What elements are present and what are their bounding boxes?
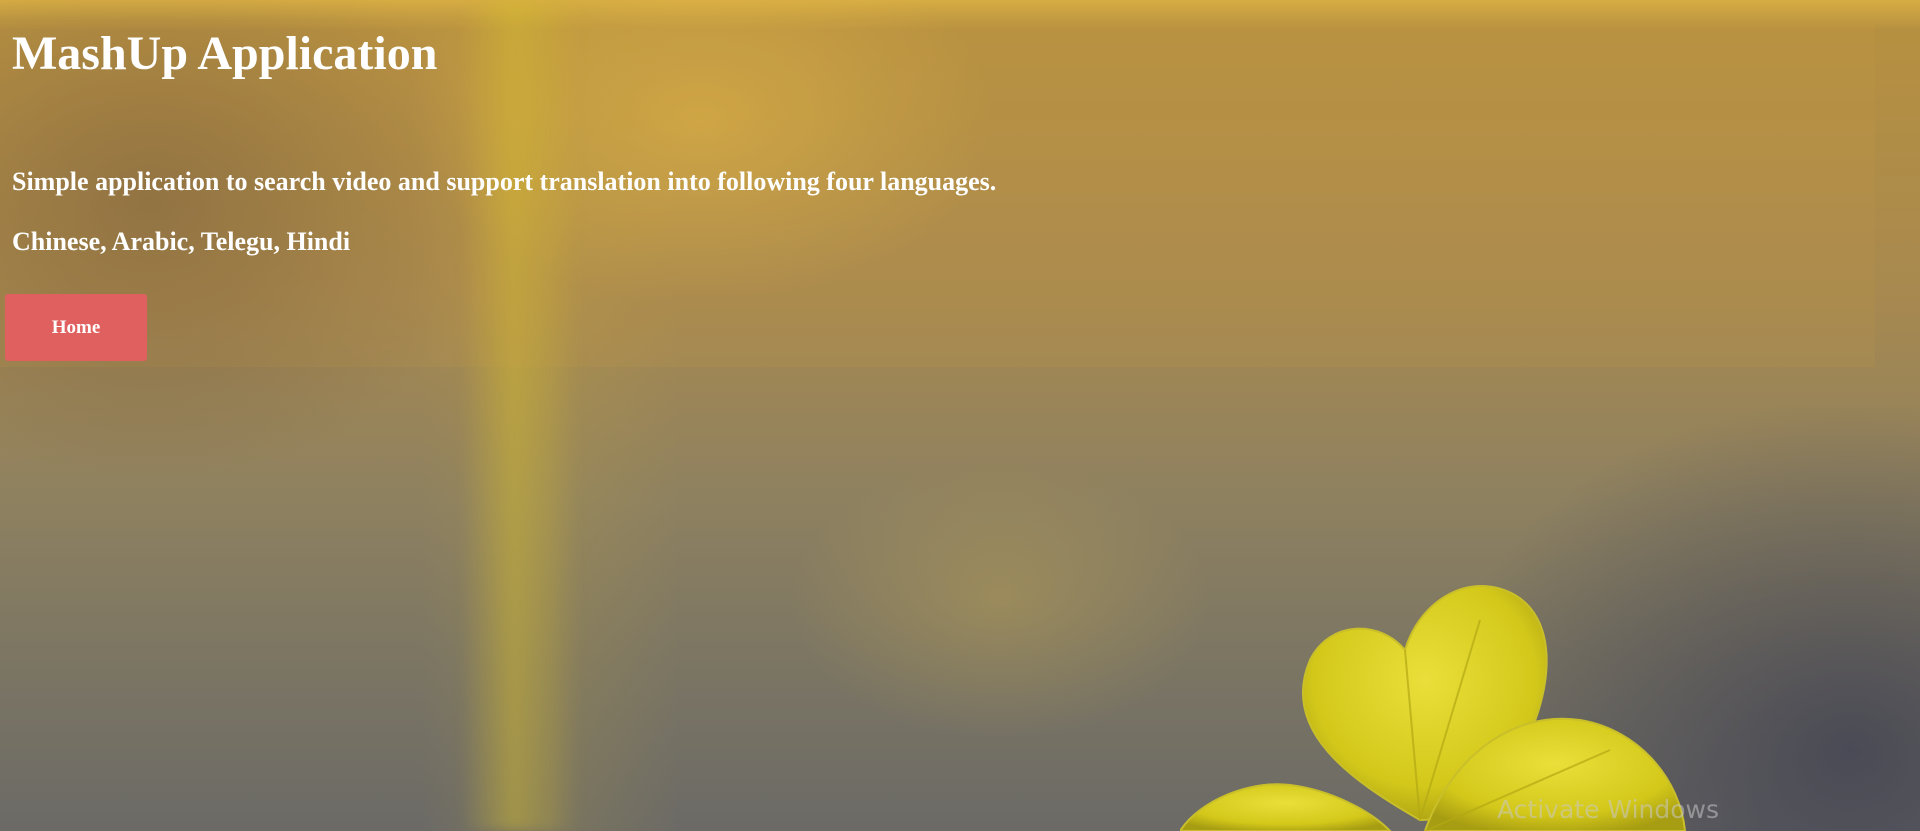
windows-activation-watermark: Activate Windows: [1497, 795, 1719, 824]
app-description: Simple application to search video and s…: [12, 167, 997, 196]
page-title: MashUp Application: [12, 27, 438, 80]
home-button[interactable]: Home: [5, 294, 147, 361]
clover-leaf-icon: [1180, 585, 1687, 831]
main-content: MashUp Application Simple application to…: [12, 0, 996, 257]
supported-languages: Chinese, Arabic, Telegu, Hindi: [12, 227, 351, 256]
